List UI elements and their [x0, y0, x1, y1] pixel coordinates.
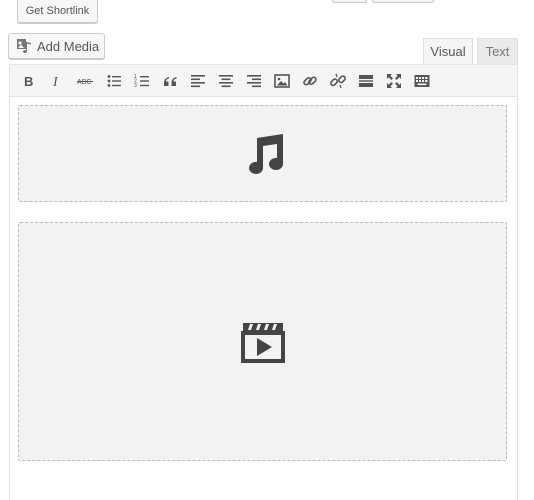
bullet-list-icon[interactable]	[104, 71, 124, 91]
tab-visual[interactable]: Visual	[423, 38, 473, 66]
toolbar-toggle-icon[interactable]	[412, 71, 432, 91]
get-shortlink-button[interactable]: Get Shortlink	[17, 0, 98, 23]
editor-toolbar: B I ABC 1 2 3	[10, 65, 517, 97]
image-icon[interactable]	[272, 71, 292, 91]
tab-text[interactable]: Text	[477, 38, 518, 65]
numbered-list-icon[interactable]: 1 2 3	[132, 71, 152, 91]
blockquote-icon[interactable]	[160, 71, 180, 91]
fullscreen-icon[interactable]	[384, 71, 404, 91]
post-editor: Get Shortlink Add Media Visual Text B I	[0, 0, 534, 500]
link-icon[interactable]	[300, 71, 320, 91]
unlink-icon[interactable]	[328, 71, 348, 91]
top-button-stub[interactable]	[372, 0, 434, 3]
top-button-stub[interactable]	[332, 0, 367, 3]
align-right-icon[interactable]	[244, 71, 264, 91]
svg-text:B: B	[24, 74, 33, 89]
read-more-icon[interactable]	[356, 71, 376, 91]
svg-text:I: I	[52, 75, 59, 89]
add-media-label: Add Media	[37, 38, 100, 54]
add-media-button[interactable]: Add Media	[8, 33, 105, 59]
music-note-icon	[248, 133, 283, 174]
strikethrough-icon[interactable]: ABC	[75, 71, 95, 91]
svg-text:ABC: ABC	[77, 79, 91, 86]
video-placeholder[interactable]	[18, 222, 507, 461]
audio-placeholder[interactable]	[18, 105, 507, 202]
svg-text:3: 3	[134, 83, 137, 89]
align-left-icon[interactable]	[188, 71, 208, 91]
bold-icon[interactable]: B	[19, 71, 39, 91]
add-media-icon	[16, 38, 32, 54]
editor-frame: B I ABC 1 2 3	[9, 64, 518, 500]
video-icon	[240, 322, 285, 363]
italic-icon[interactable]: I	[47, 71, 67, 91]
align-center-icon[interactable]	[216, 71, 236, 91]
